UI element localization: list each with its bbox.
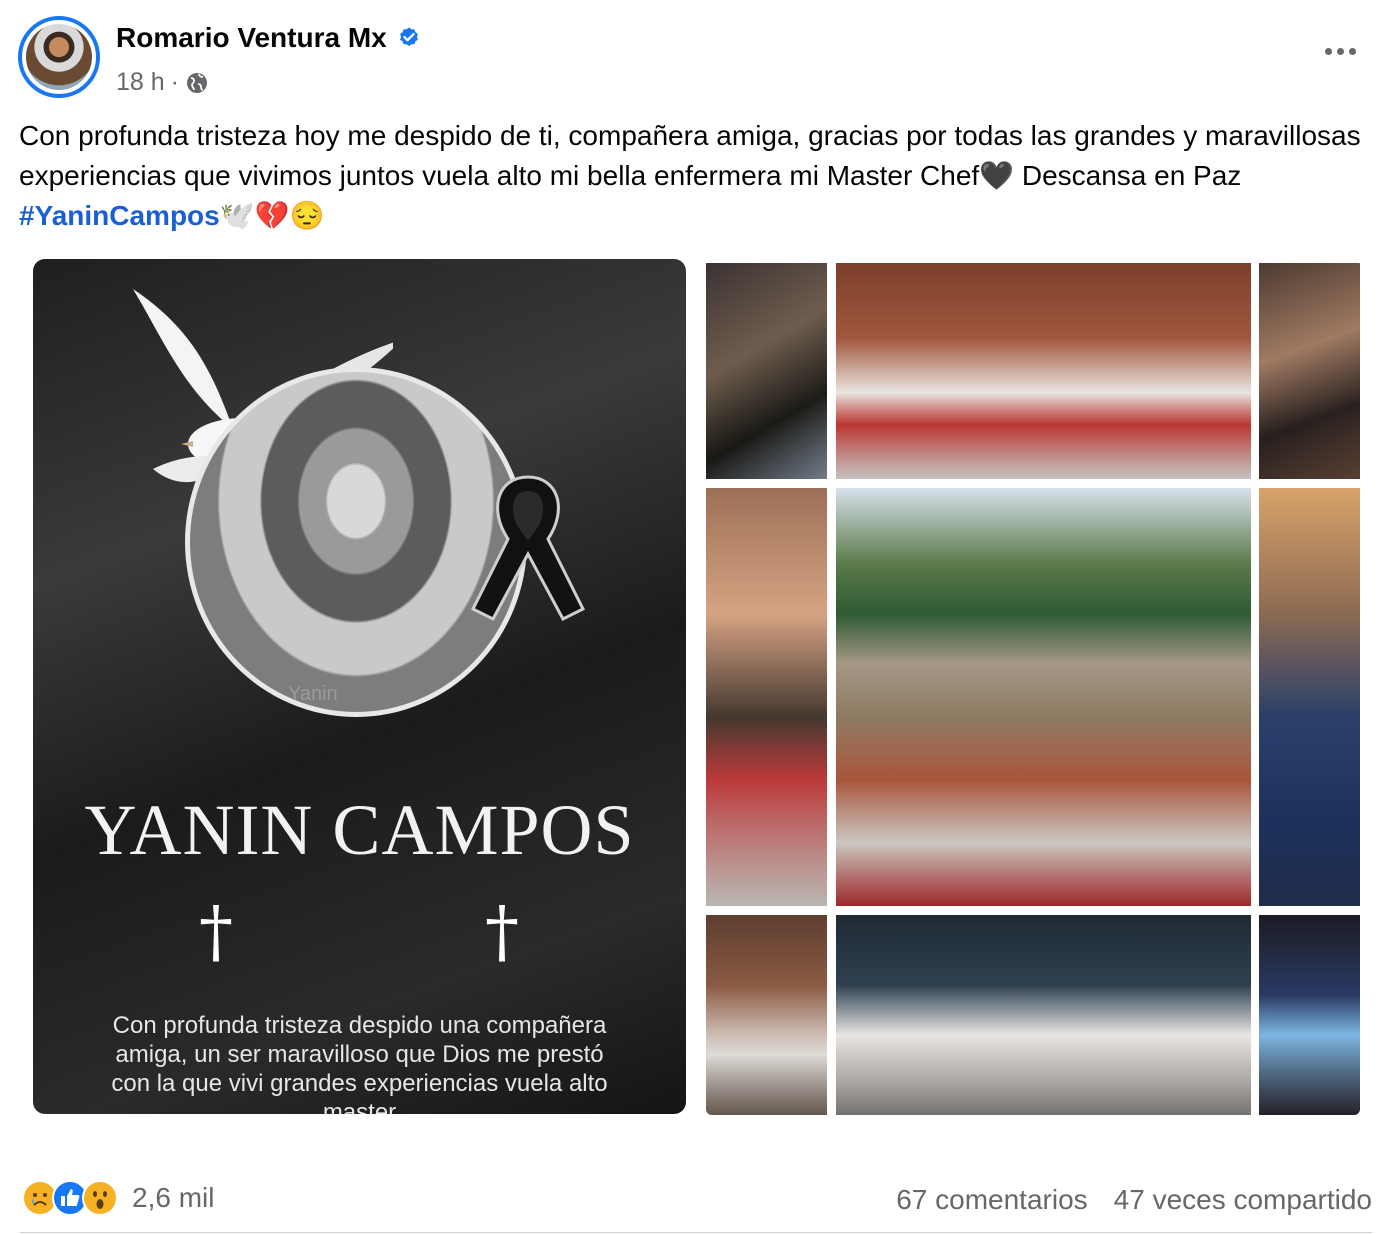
cross-icon: † (199, 893, 233, 972)
post-footer: 2,6 mil 67 comentarios 47 veces comparti… (22, 1176, 1372, 1224)
meta-separator: · (170, 68, 179, 96)
collage-photo (706, 488, 827, 906)
memorial-image[interactable]: Yanin YANIN CAMPOS † † Con profunda tris… (33, 259, 686, 1114)
post-meta: 18 h · (116, 68, 209, 97)
post-emojis: 🕊️💔😔 (219, 200, 325, 231)
globe-icon (187, 72, 207, 93)
more-dot-icon (1348, 47, 1356, 55)
avatar[interactable] (18, 16, 100, 98)
wow-reaction-icon (82, 1180, 118, 1216)
photo-collage[interactable] (706, 259, 1360, 1115)
footer-divider (20, 1232, 1372, 1233)
post-stats: 67 comentarios 47 veces compartido (896, 1184, 1372, 1216)
more-dot-icon (1324, 47, 1332, 55)
post-media: Yanin YANIN CAMPOS † † Con profunda tris… (33, 259, 1360, 1115)
avatar-photo (26, 24, 92, 90)
collage-photo (1259, 263, 1360, 479)
post-timestamp[interactable]: 18 h (116, 68, 165, 97)
collage-photo (706, 263, 827, 479)
hashtag-link[interactable]: #YaninCampos (19, 200, 220, 231)
author-row: Romario Ventura Mx (116, 22, 421, 54)
post-text: Con profunda tristeza hoy me despido de … (19, 120, 1361, 191)
comments-count-link[interactable]: 67 comentarios (896, 1184, 1087, 1216)
verified-badge-icon (399, 27, 418, 47)
reaction-count[interactable]: 2,6 mil (132, 1182, 214, 1214)
reaction-summary[interactable]: 2,6 mil (22, 1180, 214, 1216)
author-name[interactable]: Romario Ventura Mx (116, 22, 387, 54)
more-dot-icon (1336, 47, 1344, 55)
collage-photo (706, 915, 827, 1115)
collage-photo (836, 263, 1251, 479)
cross-icon: † (485, 893, 519, 972)
mourning-ribbon-icon (470, 475, 586, 621)
collage-photo (836, 915, 1251, 1115)
collage-photo (1259, 488, 1360, 906)
portrait-apron-label: Yanin (288, 683, 338, 705)
collage-photo (836, 488, 1251, 906)
post-body: Con profunda tristeza hoy me despido de … (19, 116, 1369, 236)
memorial-title: YANIN CAMPOS (84, 790, 635, 870)
collage-photo (1259, 915, 1360, 1115)
memorial-caption: Con profunda tristeza despido una compañ… (111, 1012, 608, 1114)
post-header: Romario Ventura Mx 18 h · (18, 16, 1378, 100)
more-options-button[interactable] (1316, 36, 1364, 66)
shares-count-link[interactable]: 47 veces compartido (1114, 1184, 1372, 1216)
